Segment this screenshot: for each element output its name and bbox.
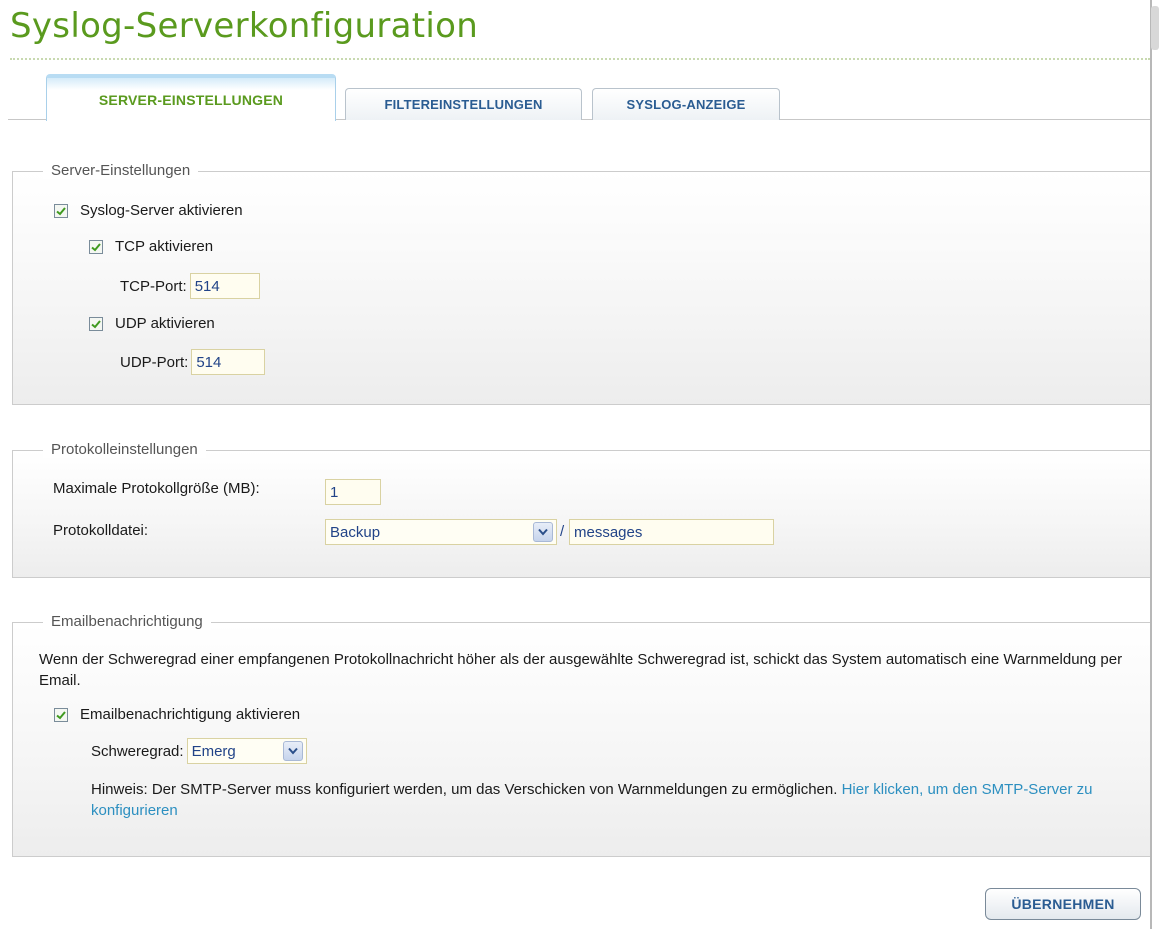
max-log-size-label: Maximale Protokollgröße (MB): xyxy=(53,480,260,497)
checkmark-icon xyxy=(91,242,101,251)
tab-syslog-viewer[interactable]: SYSLOG-ANZEIGE xyxy=(592,88,780,120)
enable-email-row: Emailbenachrichtigung aktivieren xyxy=(54,706,300,723)
page-title: Syslog-Serverkonfiguration xyxy=(10,6,479,46)
section-legend: Protokolleinstellungen xyxy=(43,441,206,458)
enable-udp-checkbox[interactable] xyxy=(89,316,103,331)
log-settings-section: Protokolleinstellungen Maximale Protokol… xyxy=(12,441,1150,578)
log-filename-input[interactable] xyxy=(569,519,774,545)
email-notification-section: Emailbenachrichtigung Wenn der Schweregr… xyxy=(12,613,1150,857)
apply-button[interactable]: ÜBERNEHMEN xyxy=(985,888,1141,920)
tab-bar: SERVER-EINSTELLUNGEN FILTEREINSTELLUNGEN… xyxy=(0,74,1150,124)
severity-row: Schweregrad: Emerg xyxy=(91,738,307,764)
server-settings-section: Server-Einstellungen Syslog-Server aktiv… xyxy=(12,162,1150,405)
checkmark-icon xyxy=(56,710,66,719)
smtp-hint: Hinweis: Der SMTP-Server muss konfigurie… xyxy=(91,779,1101,821)
tcp-port-row: TCP-Port: xyxy=(120,273,260,299)
checkmark-icon xyxy=(91,319,101,328)
enable-syslog-checkbox[interactable] xyxy=(54,203,68,218)
checkmark-icon xyxy=(56,206,66,215)
log-file-row: Protokolldatei: xyxy=(53,522,148,539)
tab-server-settings[interactable]: SERVER-EINSTELLUNGEN xyxy=(46,74,336,121)
max-log-size-input[interactable] xyxy=(325,479,381,505)
chevron-down-icon xyxy=(282,741,303,761)
udp-port-label: UDP-Port: xyxy=(120,353,189,371)
tcp-port-input[interactable] xyxy=(189,273,260,299)
enable-tcp-label: TCP aktivieren xyxy=(115,238,214,255)
enable-udp-row: UDP aktivieren xyxy=(89,315,215,332)
log-folder-select[interactable]: Backup xyxy=(325,519,557,545)
log-file-label: Protokolldatei: xyxy=(53,522,149,539)
enable-tcp-row: TCP aktivieren xyxy=(89,238,213,255)
udp-port-input[interactable] xyxy=(191,349,266,375)
max-log-size-row: Maximale Protokollgröße (MB): xyxy=(53,480,260,497)
scrollbar-thumb[interactable] xyxy=(1151,6,1159,50)
enable-email-label: Emailbenachrichtigung aktivieren xyxy=(80,706,301,723)
section-legend: Emailbenachrichtigung xyxy=(43,613,211,630)
enable-syslog-label: Syslog-Server aktivieren xyxy=(80,202,243,219)
udp-port-row: UDP-Port: xyxy=(120,349,266,375)
path-separator: / xyxy=(560,523,565,540)
tab-filter-settings[interactable]: FILTEREINSTELLUNGEN xyxy=(345,88,582,120)
severity-select[interactable]: Emerg xyxy=(186,738,307,764)
log-folder-value: Backup xyxy=(330,523,381,541)
tcp-port-label: TCP-Port: xyxy=(120,277,187,295)
enable-udp-label: UDP aktivieren xyxy=(115,315,215,332)
severity-label: Schweregrad: xyxy=(91,742,184,760)
enable-email-checkbox[interactable] xyxy=(54,707,68,722)
enable-syslog-row: Syslog-Server aktivieren xyxy=(54,202,243,219)
section-legend: Server-Einstellungen xyxy=(43,162,199,179)
email-description: Wenn der Schweregrad einer empfangenen P… xyxy=(39,651,1123,689)
smtp-hint-text: Hinweis: Der SMTP-Server muss konfigurie… xyxy=(91,781,838,798)
enable-tcp-checkbox[interactable] xyxy=(89,239,103,254)
severity-value: Emerg xyxy=(191,742,236,760)
title-divider xyxy=(10,58,1150,60)
window-edge xyxy=(1150,0,1152,929)
chevron-down-icon xyxy=(533,522,553,542)
